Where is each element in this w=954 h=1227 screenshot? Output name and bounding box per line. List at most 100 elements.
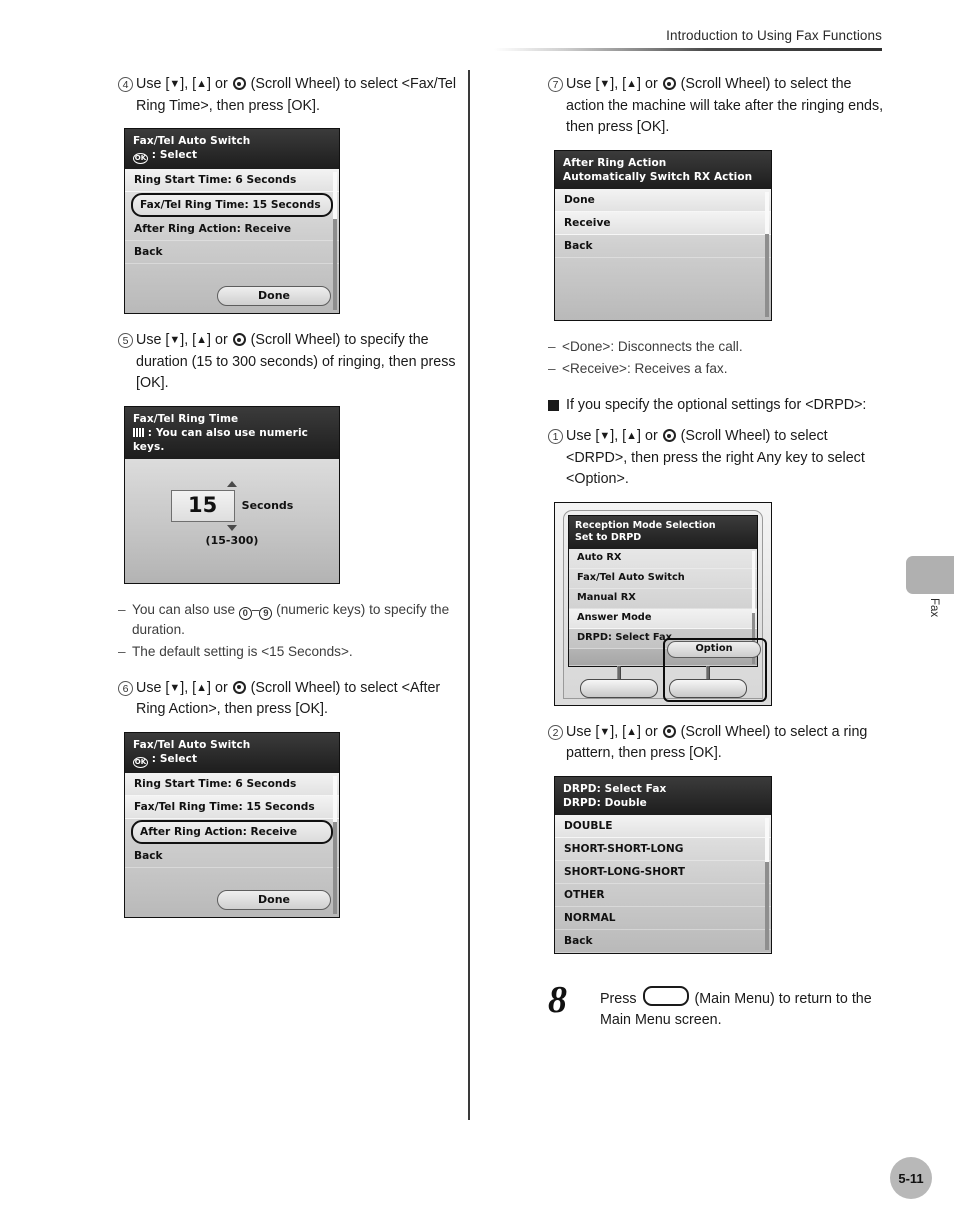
device-panel-reception-mode: Reception Mode Selection Set to DRPD Aut… bbox=[554, 501, 772, 706]
lcd-title: Fax/Tel Auto Switch bbox=[133, 135, 251, 147]
step-5-tail: (Scroll Wheel) to specify the duration (… bbox=[136, 332, 456, 391]
step-6-text: Use [▼], [▲] or (Scroll Wheel) to select… bbox=[136, 679, 441, 718]
step-2-number: 2 bbox=[548, 724, 563, 740]
stepper-up-icon[interactable] bbox=[227, 480, 237, 487]
step-6: 6 Use [▼], [▲] or (Scroll Wheel) to sele… bbox=[118, 678, 458, 721]
lcd-row[interactable]: Receive bbox=[555, 211, 771, 235]
step-1-text: Use [▼], [▲] or (Scroll Wheel) to select… bbox=[566, 428, 865, 487]
step-5-number: 5 bbox=[118, 333, 133, 348]
lcd-title: Fax/Tel Auto Switch bbox=[133, 738, 251, 751]
step-6-number: 6 bbox=[118, 680, 133, 696]
step-2-tail: (Scroll Wheel) to select a ring pattern,… bbox=[566, 723, 868, 762]
lcd-row[interactable]: DOUBLE bbox=[555, 814, 771, 838]
lcd-header: Fax/Tel Ring Time : You can also use num… bbox=[125, 406, 339, 459]
lcd-header: DRPD: Select Fax DRPD: Double bbox=[555, 776, 771, 815]
softkey-right-cap[interactable] bbox=[668, 678, 747, 698]
ok-key-icon: OK bbox=[133, 756, 148, 768]
done-button[interactable]: Done bbox=[217, 286, 331, 306]
lcd-row[interactable]: Back bbox=[125, 241, 339, 264]
quantity-stepper[interactable]: 15 bbox=[170, 489, 235, 522]
step-7: 7 Use [▼], [▲] or (Scroll Wheel) to sele… bbox=[548, 74, 892, 139]
device-softkey-left[interactable] bbox=[579, 664, 658, 698]
lcd-row[interactable]: Ring Start Time: 6 Seconds bbox=[125, 772, 339, 796]
note-item: – <Receive>: Receives a fax. bbox=[548, 359, 892, 379]
lcd-row[interactable]: Back bbox=[555, 235, 771, 258]
stepper-down-icon[interactable] bbox=[227, 524, 237, 531]
scroll-wheel-icon bbox=[662, 429, 676, 442]
up-arrow-icon: ▲ bbox=[196, 334, 208, 346]
lcd-scrollbar[interactable] bbox=[765, 191, 769, 317]
lcd-row[interactable]: Fax/Tel Ring Time: 15 Seconds bbox=[125, 795, 339, 819]
note-text: You can also use 0–9 (numeric keys) to s… bbox=[132, 601, 450, 637]
up-arrow-icon: ▲ bbox=[196, 78, 208, 90]
section-heading: If you specify the optional settings for… bbox=[548, 395, 892, 417]
step-4: 4 Use [▼], [▲] or (Scroll Wheel) to sele… bbox=[118, 74, 458, 117]
up-arrow-icon: ▲ bbox=[626, 430, 638, 442]
lcd-subtitle: : You can also use numeric keys. bbox=[133, 426, 332, 454]
lcd-subtitle: OK : Select bbox=[133, 752, 332, 768]
device-softkey-right[interactable] bbox=[668, 664, 747, 698]
main-menu-key-icon bbox=[642, 985, 689, 1006]
numeric-keys-icon bbox=[133, 427, 144, 437]
dash-icon: – bbox=[548, 338, 556, 354]
lcd-subtitle: OK : Select bbox=[133, 148, 332, 164]
device-lcd-header: Reception Mode Selection Set to DRPD bbox=[569, 515, 757, 549]
softkey-left-cap[interactable] bbox=[579, 678, 658, 698]
lcd-screen-fax-tel-auto-switch-1: Fax/Tel Auto Switch OK : Select Ring Sta… bbox=[124, 128, 340, 314]
step-2-text: Use [▼], [▲] or (Scroll Wheel) to select… bbox=[566, 723, 868, 762]
scroll-wheel-icon bbox=[232, 77, 246, 90]
lcd-row[interactable]: Back bbox=[125, 845, 339, 868]
step-5: 5 Use [▼], [▲] or (Scroll Wheel) to spec… bbox=[118, 330, 458, 395]
device-row[interactable]: Fax/Tel Auto Switch bbox=[569, 569, 757, 589]
section-heading-text: If you specify the optional settings for… bbox=[566, 396, 867, 413]
lcd-row[interactable]: Done bbox=[555, 188, 771, 212]
note-item: – The default setting is <15 Seconds>. bbox=[118, 642, 458, 662]
up-arrow-icon: ▲ bbox=[626, 78, 638, 90]
lcd-subtitle: Automatically Switch RX Action bbox=[563, 170, 753, 183]
lcd-scrollbar[interactable] bbox=[333, 172, 337, 310]
device-row-selected[interactable]: Answer Mode bbox=[569, 608, 757, 629]
device-lcd-subtitle: Set to DRPD bbox=[575, 532, 642, 543]
device-softkeys bbox=[568, 664, 758, 698]
step-4-tail: (Scroll Wheel) to select <Fax/Tel Ring T… bbox=[136, 76, 457, 114]
option-button[interactable]: Option bbox=[667, 640, 761, 658]
lcd-scrollbar[interactable] bbox=[333, 775, 337, 914]
device-row[interactable]: Manual RX bbox=[569, 589, 757, 609]
lcd-row[interactable]: After Ring Action: Receive bbox=[125, 218, 339, 241]
dash-icon: – bbox=[118, 643, 126, 659]
page-number: 5-11 bbox=[890, 1157, 932, 1199]
step-6-tail: (Scroll Wheel) to select <After Ring Act… bbox=[136, 679, 441, 718]
step-1: 1 Use [▼], [▲] or (Scroll Wheel) to sele… bbox=[548, 426, 892, 491]
note-text: <Receive>: Receives a fax. bbox=[562, 360, 728, 376]
lcd-row[interactable]: OTHER bbox=[555, 884, 771, 907]
scroll-wheel-icon bbox=[232, 333, 246, 346]
dash-icon: – bbox=[548, 360, 556, 376]
lcd-title: After Ring Action bbox=[563, 156, 667, 169]
step-8-text: Press (Main Menu) to return to the Main … bbox=[600, 980, 892, 1032]
note-item: – <Done>: Disconnects the call. bbox=[548, 337, 892, 357]
step-1-number: 1 bbox=[548, 429, 563, 444]
running-head-rule bbox=[494, 48, 882, 51]
dash-icon: – bbox=[118, 601, 126, 617]
numeric-value-line: 15 Seconds bbox=[125, 489, 339, 522]
lcd-row-selected[interactable]: Fax/Tel Ring Time: 15 Seconds bbox=[131, 193, 333, 217]
lcd-row[interactable]: NORMAL bbox=[555, 907, 771, 930]
square-bullet-icon bbox=[548, 399, 559, 411]
running-head: Introduction to Using Fax Functions bbox=[494, 28, 882, 51]
lcd-body: DOUBLE SHORT-SHORT-LONG SHORT-LONG-SHORT… bbox=[555, 814, 771, 953]
done-button[interactable]: Done bbox=[217, 889, 331, 910]
device-row[interactable]: Auto RX bbox=[569, 549, 757, 569]
lcd-scrollbar[interactable] bbox=[765, 817, 769, 950]
lcd-row-selected[interactable]: After Ring Action: Receive bbox=[131, 819, 333, 844]
step-7-text: Use [▼], [▲] or (Scroll Wheel) to select… bbox=[566, 76, 884, 135]
lcd-row[interactable]: SHORT-LONG-SHORT bbox=[555, 861, 771, 884]
scroll-wheel-icon bbox=[662, 77, 676, 90]
lcd-row[interactable]: Ring Start Time: 6 Seconds bbox=[125, 169, 339, 192]
left-column: 4 Use [▼], [▲] or (Scroll Wheel) to sele… bbox=[118, 74, 458, 934]
numeric-key-0-icon: 0 bbox=[238, 606, 252, 620]
lcd-subtitle-text: : You can also use numeric keys. bbox=[133, 426, 308, 453]
lcd-row[interactable]: SHORT-SHORT-LONG bbox=[555, 838, 771, 861]
lcd-row[interactable]: Back bbox=[555, 930, 771, 953]
lcd-empty-area bbox=[555, 258, 771, 320]
device-lcd-title: Reception Mode Selection bbox=[575, 519, 716, 531]
